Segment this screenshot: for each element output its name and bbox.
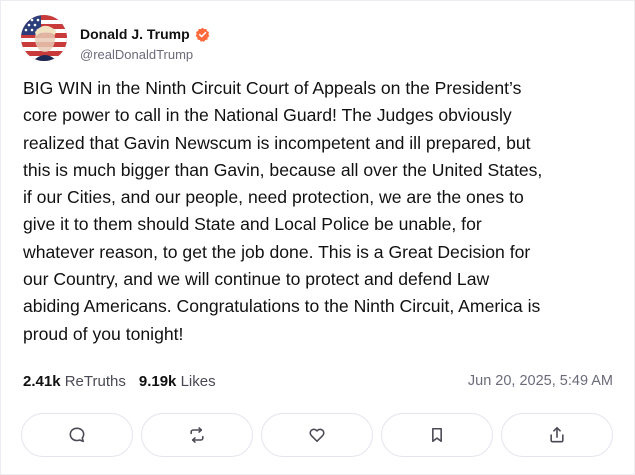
reply-button[interactable] bbox=[21, 413, 133, 457]
post-body: BIG WIN in the Ninth Circuit Court of Ap… bbox=[23, 78, 543, 344]
display-name-row: Donald J. Trump bbox=[80, 25, 210, 43]
share-icon bbox=[550, 426, 564, 443]
retruths-count: 2.41k bbox=[23, 373, 61, 390]
avatar[interactable] bbox=[21, 15, 67, 61]
author-names: Donald J. Trump @realDonaldTrump bbox=[80, 15, 210, 62]
retruths-label: ReTruths bbox=[64, 373, 126, 390]
post-stats: 2.41k ReTruths 9.19k Likes bbox=[23, 373, 229, 390]
post-header: Donald J. Trump @realDonaldTrump bbox=[21, 15, 210, 65]
bookmark-icon bbox=[432, 427, 442, 443]
like-button[interactable] bbox=[261, 413, 373, 457]
share-button[interactable] bbox=[501, 413, 613, 457]
retruths-stat[interactable]: 2.41k ReTruths bbox=[23, 373, 126, 390]
post-card: Donald J. Trump @realDonaldTrump BIG WIN… bbox=[0, 0, 635, 475]
display-name[interactable]: Donald J. Trump bbox=[80, 26, 190, 42]
avatar-image bbox=[21, 15, 67, 61]
handle[interactable]: @realDonaldTrump bbox=[80, 47, 210, 62]
post-timestamp[interactable]: Jun 20, 2025, 5:49 AM bbox=[468, 373, 613, 389]
retruth-icon bbox=[190, 427, 204, 443]
verified-badge-icon bbox=[195, 27, 210, 42]
action-bar bbox=[21, 413, 613, 457]
likes-count: 9.19k bbox=[138, 373, 177, 390]
like-heart-icon bbox=[309, 428, 325, 443]
bookmark-button[interactable] bbox=[381, 413, 493, 457]
likes-label: Likes bbox=[180, 373, 216, 390]
comment-icon bbox=[69, 427, 85, 443]
likes-stat[interactable]: 9.19k Likes bbox=[139, 373, 216, 390]
retruth-button[interactable] bbox=[141, 413, 253, 457]
